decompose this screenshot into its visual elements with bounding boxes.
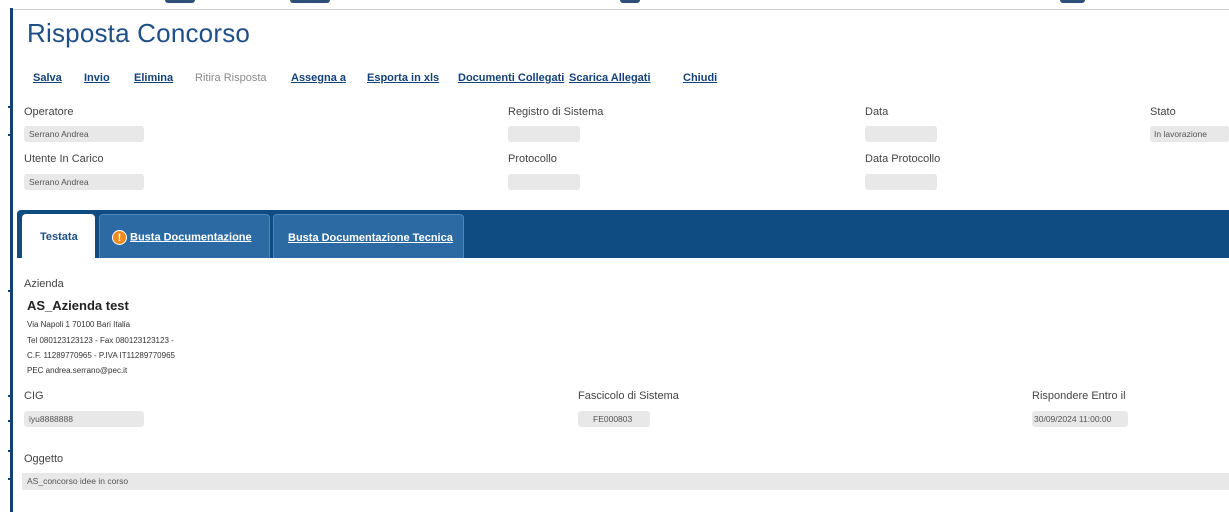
cig-field: iyu8888888	[24, 411, 144, 427]
data-protocollo-field	[865, 174, 937, 190]
stato-label: Stato	[1150, 106, 1176, 118]
operatore-field: Serrano Andrea	[24, 126, 144, 142]
rispondere-label: Rispondere Entro il	[1032, 390, 1126, 402]
top-strip-mark	[1060, 0, 1085, 3]
left-rail-tick	[8, 106, 13, 108]
left-rail-tick	[8, 478, 13, 480]
top-strip-mark	[620, 0, 640, 3]
left-rail-tick	[8, 134, 13, 136]
tab-busta-documentazione[interactable]: ! Busta Documentazione	[99, 214, 270, 258]
fascicolo-label: Fascicolo di Sistema	[578, 390, 679, 402]
company-fiscal: C.F. 11289770965 - P.IVA IT11289770965	[27, 351, 175, 360]
tab-bar: Testata ! Busta Documentazione Busta Docu…	[17, 210, 1229, 258]
tab-busta-documentazione-tecnica[interactable]: Busta Documentazione Tecnica	[273, 214, 464, 258]
ritira-risposta-link: Ritira Risposta	[195, 72, 267, 84]
assegna-link[interactable]: Assegna a	[291, 72, 346, 84]
utente-field: Serrano Andrea	[24, 174, 144, 190]
tab-testata-label: Testata	[40, 231, 78, 243]
oggetto-field: AS_concorso idee in corso	[22, 473, 1229, 490]
company-phone: Tel 080123123123 - Fax 080123123123 -	[27, 336, 174, 345]
registro-field	[508, 126, 580, 142]
warning-icon: !	[112, 230, 127, 245]
data-label: Data	[865, 106, 889, 118]
company-name: AS_Azienda test	[27, 298, 129, 313]
tab-busta-tecnica-label: Busta Documentazione Tecnica	[288, 232, 453, 244]
utente-label: Utente In Carico	[24, 153, 104, 165]
top-strip-mark	[290, 0, 330, 3]
fascicolo-field: FE000803	[578, 411, 650, 427]
documenti-collegati-link[interactable]: Documenti Collegati	[458, 72, 564, 84]
company-pec: PEC andrea.serrano@pec.it	[27, 366, 128, 375]
tab-testata[interactable]: Testata	[22, 214, 95, 258]
oggetto-label: Oggetto	[24, 453, 64, 465]
left-rail-tick	[8, 420, 13, 422]
company-address: Via Napoli 1 70100 Bari Italia	[27, 320, 131, 329]
scarica-allegati-link[interactable]: Scarica Allegati	[569, 72, 651, 84]
data-field	[865, 126, 937, 142]
data-protocollo-label: Data Protocollo	[865, 153, 941, 165]
protocollo-label: Protocollo	[508, 153, 557, 165]
cig-label: CIG	[24, 390, 44, 402]
window-top-strip	[0, 0, 1229, 10]
left-rail-tick	[8, 290, 13, 292]
registro-label: Registro di Sistema	[508, 106, 604, 118]
invio-link[interactable]: Invio	[84, 72, 110, 84]
top-divider	[12, 9, 1229, 10]
top-strip-mark	[165, 0, 195, 3]
tab-busta-documentazione-label: Busta Documentazione	[130, 231, 252, 244]
esporta-xls-link[interactable]: Esporta in xls	[367, 72, 439, 84]
operatore-label: Operatore	[24, 106, 74, 118]
left-rail-tick	[8, 450, 13, 452]
elimina-link[interactable]: Elimina	[134, 72, 173, 84]
left-rail-tick	[8, 395, 13, 397]
azienda-label: Azienda	[24, 278, 64, 290]
salva-link[interactable]: Salva	[33, 72, 62, 84]
protocollo-field	[508, 174, 580, 190]
rispondere-field: 30/09/2024 11:00:00	[1032, 411, 1128, 427]
chiudi-link[interactable]: Chiudi	[683, 72, 717, 84]
left-rail	[10, 8, 13, 512]
page-title: Risposta Concorso	[27, 18, 251, 48]
stato-field: In lavorazione	[1150, 126, 1229, 142]
